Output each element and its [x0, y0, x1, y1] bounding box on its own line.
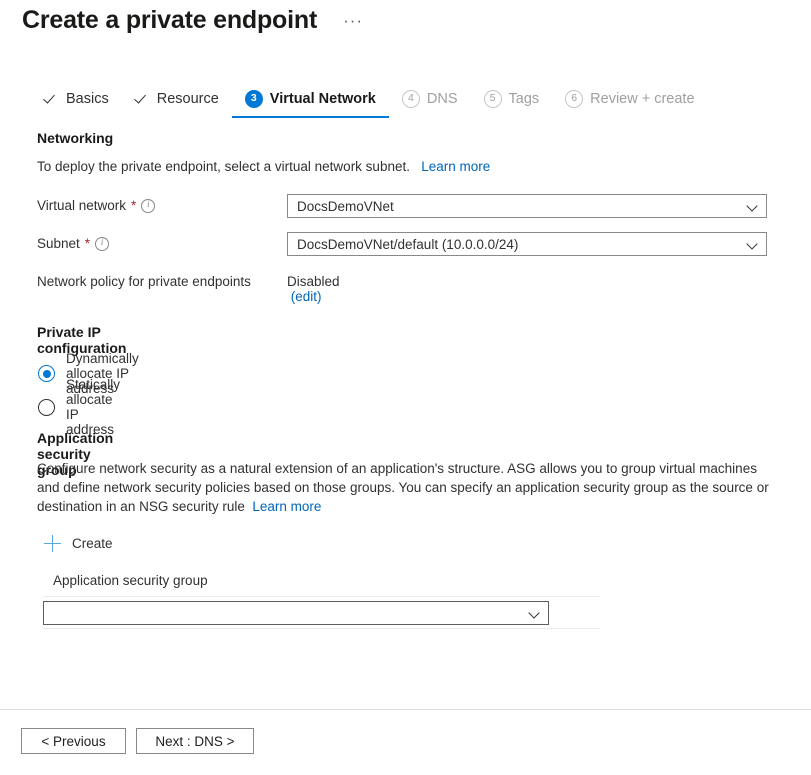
virtual-network-dropdown[interactable]: DocsDemoVNet	[287, 194, 767, 218]
radio-label: Statically allocate IP address	[66, 377, 120, 437]
virtual-network-label-text: Virtual network	[37, 198, 126, 213]
asg-description: Configure network security as a natural …	[37, 459, 772, 516]
next-dns-button[interactable]: Next : DNS >	[136, 728, 254, 754]
subnet-label-text: Subnet	[37, 236, 80, 251]
tab-basics[interactable]: Basics	[31, 83, 122, 114]
tab-resource[interactable]: Resource	[122, 83, 232, 114]
page-header: Create a private endpoint ···	[22, 6, 367, 35]
networking-description: To deploy the private endpoint, select a…	[37, 157, 657, 176]
tab-label: Review + create	[590, 91, 694, 107]
tab-label: Virtual Network	[270, 91, 376, 107]
page-title: Create a private endpoint	[22, 6, 317, 35]
more-options-button[interactable]: ···	[339, 14, 367, 28]
network-policy-value: Disabled	[287, 274, 340, 289]
tab-tags[interactable]: 5 Tags	[471, 83, 553, 114]
check-icon	[135, 91, 150, 106]
active-tab-underline	[232, 116, 389, 119]
step-number-badge: 4	[402, 90, 420, 108]
footer-divider	[0, 709, 811, 710]
step-number-badge: 6	[565, 90, 583, 108]
tab-review-create[interactable]: 6 Review + create	[552, 83, 707, 114]
info-icon[interactable]: i	[95, 237, 109, 251]
previous-button[interactable]: < Previous	[21, 728, 126, 754]
info-icon[interactable]: i	[141, 199, 155, 213]
asg-description-text: Configure network security as a natural …	[37, 461, 769, 514]
required-asterisk: *	[85, 236, 90, 251]
tab-label: Basics	[66, 91, 109, 107]
tab-label: Resource	[157, 91, 219, 107]
create-asg-button[interactable]: Create	[44, 535, 113, 552]
subnet-value: DocsDemoVNet/default (10.0.0.0/24)	[297, 237, 747, 252]
virtual-network-value: DocsDemoVNet	[297, 199, 747, 214]
asg-dropdown[interactable]	[43, 601, 549, 625]
radio-static-ip[interactable]: Statically allocate IP address	[38, 377, 120, 437]
network-policy-value-group: Disabled (edit)	[287, 274, 340, 304]
network-policy-label-text: Network policy for private endpoints	[37, 274, 251, 289]
create-asg-label: Create	[72, 536, 113, 551]
asg-field-label: Application security group	[53, 573, 208, 588]
chevron-down-icon	[747, 239, 758, 250]
subnet-label: Subnet * i	[37, 236, 109, 251]
asg-field-label-text: Application security group	[53, 573, 208, 588]
asg-learn-more-link[interactable]: Learn more	[252, 499, 321, 514]
step-number-badge: 5	[484, 90, 502, 108]
networking-description-text: To deploy the private endpoint, select a…	[37, 159, 410, 174]
virtual-network-label: Virtual network * i	[37, 198, 155, 213]
radio-button-unselected-icon[interactable]	[38, 399, 55, 416]
wizard-tabs: Basics Resource 3 Virtual Network 4 DNS …	[31, 83, 708, 117]
subnet-dropdown[interactable]: DocsDemoVNet/default (10.0.0.0/24)	[287, 232, 767, 256]
networking-heading: Networking	[37, 130, 113, 146]
chevron-down-icon	[529, 608, 540, 619]
tab-dns[interactable]: 4 DNS	[389, 83, 471, 114]
step-number-badge: 3	[245, 90, 263, 108]
asg-divider-bottom	[43, 628, 600, 629]
tab-label: DNS	[427, 91, 458, 107]
tab-label: Tags	[509, 91, 540, 107]
required-asterisk: *	[131, 198, 136, 213]
tab-virtual-network[interactable]: 3 Virtual Network	[232, 83, 389, 114]
plus-icon	[44, 535, 61, 552]
network-policy-edit-link[interactable]: (edit)	[291, 289, 322, 304]
check-icon	[44, 91, 59, 106]
asg-divider-top	[43, 596, 600, 597]
chevron-down-icon	[747, 201, 758, 212]
networking-learn-more-link[interactable]: Learn more	[421, 159, 490, 174]
network-policy-label: Network policy for private endpoints	[37, 274, 251, 289]
